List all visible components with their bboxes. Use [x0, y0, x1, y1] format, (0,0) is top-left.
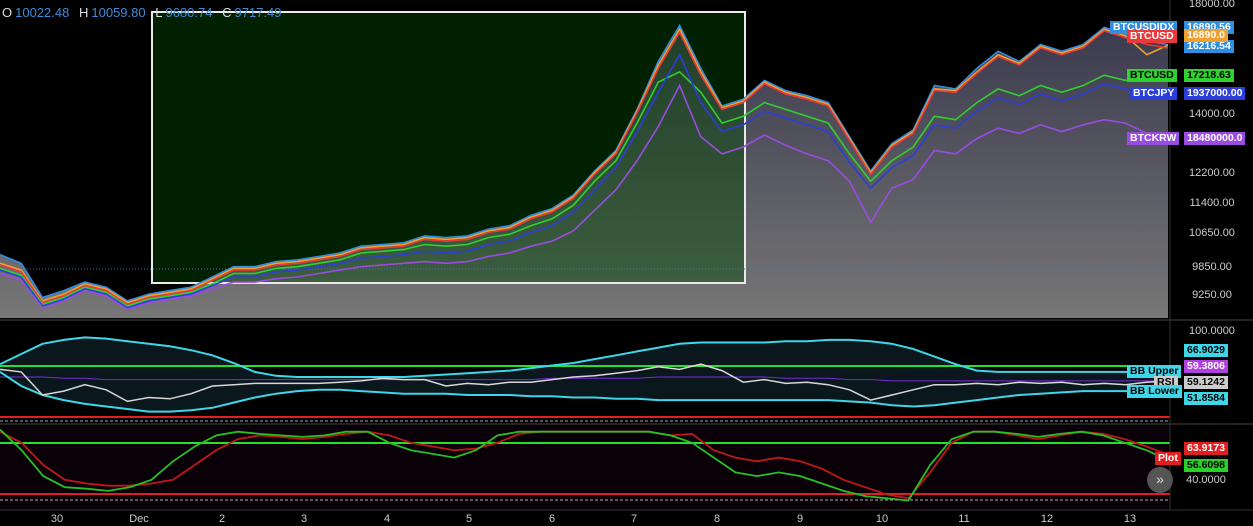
low-value: 9680.74 [165, 5, 213, 20]
time-tick-label: 30 [51, 513, 63, 525]
time-tick-label: 2 [219, 513, 225, 525]
time-tick-label: 11 [958, 513, 969, 525]
time-tick-label: 5 [466, 513, 472, 525]
time-tick-label: 13 [1124, 513, 1136, 525]
high-key: H [78, 5, 89, 20]
btckrw-name-tag: BTCKRW [1127, 132, 1180, 145]
btcusd-green-name-tag: BTCUSD [1127, 69, 1177, 82]
time-tick-label: 7 [631, 513, 637, 525]
time-tick-label: 3 [301, 513, 307, 525]
time-tick-label: 9 [797, 513, 803, 525]
price-tick-label: 9250.00 [1192, 289, 1232, 301]
time-tick-label: 6 [549, 513, 555, 525]
btcusd-green-value-tag: 17218.63 [1184, 69, 1234, 82]
btcusd-name-tag: BTCUSD [1127, 30, 1177, 43]
time-tick-label: 8 [714, 513, 720, 525]
btcusd-value-tag: 16890.0 [1184, 29, 1228, 42]
stoch-k-value-tag: 56.6098 [1184, 459, 1228, 472]
stoch-plot-name-tag: Plot [1155, 452, 1181, 465]
bb-lower-name-tag: BB Lower [1127, 385, 1183, 398]
low-key: L [155, 5, 163, 20]
open-key: O [2, 5, 13, 20]
price-tick-label: 12200.00 [1189, 167, 1235, 179]
rsi-ma-value-tag: 59.3806 [1184, 360, 1228, 373]
price-tick-label: 18000.00 [1189, 0, 1235, 10]
stoch-tick-label: 40.0000 [1186, 474, 1226, 486]
chart-canvas[interactable]: 18000.00 14000.00 12200.00 11400.00 10650.00… [0, 0, 1253, 526]
price-tick-label: 9850.00 [1192, 261, 1232, 273]
close-key: C [222, 5, 232, 20]
btckrw-value-tag: 18480000.0 [1184, 132, 1246, 145]
stoch-d-value-tag: 63.9173 [1184, 442, 1228, 455]
rsi-tick-label: 100.0000 [1189, 325, 1235, 337]
bb-upper-value-tag: 66.9029 [1184, 344, 1228, 357]
rsi-value-tag: 59.1242 [1184, 376, 1228, 389]
scroll-to-realtime-button[interactable]: » [1147, 467, 1173, 493]
btcjpy-name-tag: BTCJPY [1130, 87, 1178, 100]
btcjpy-value-tag: 1937000.00 [1184, 87, 1246, 100]
high-value: 10059.80 [91, 5, 146, 20]
time-tick-label: Dec [129, 513, 149, 525]
time-tick-label: 12 [1041, 513, 1053, 525]
price-tick-label: 10650.00 [1189, 227, 1235, 239]
ohlc-legend: O 10022.48 H 10059.80 L 9680.74 C 9717.49 [2, 5, 287, 20]
open-value: 10022.48 [15, 5, 70, 20]
time-tick-label: 10 [876, 513, 888, 525]
price-tick-label: 11400.00 [1189, 197, 1234, 209]
time-tick-label: 4 [384, 513, 390, 525]
selection-rectangle[interactable] [151, 11, 746, 284]
stoch-pane[interactable] [0, 425, 1170, 510]
bb-lower-value-tag: 51.8584 [1184, 392, 1228, 405]
close-value: 9717.49 [234, 5, 282, 20]
price-tick-label: 14000.00 [1189, 108, 1235, 120]
